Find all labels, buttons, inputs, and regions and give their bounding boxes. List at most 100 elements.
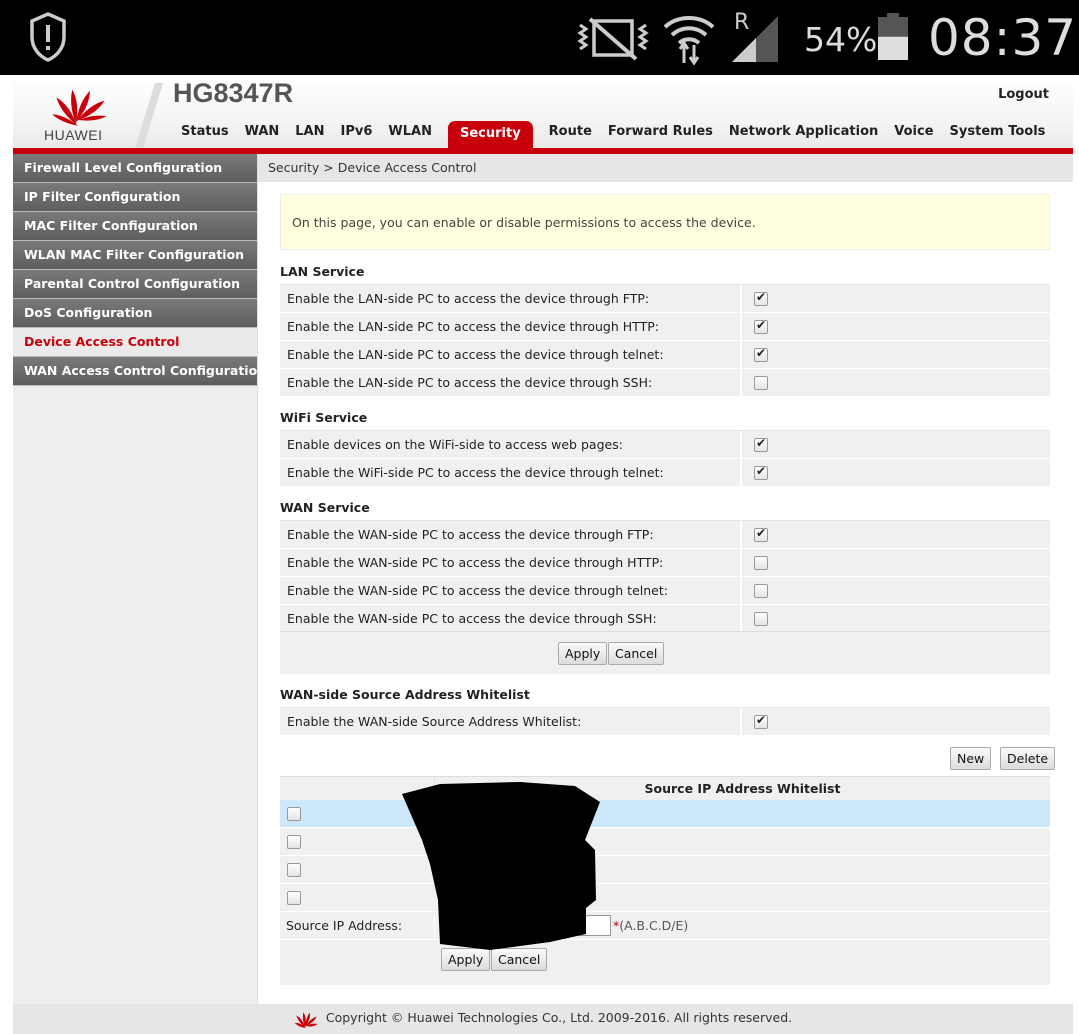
whitelist-title: WAN-side Source Address Whitelist (280, 687, 530, 702)
option-label: Enable the WAN-side PC to access the dev… (280, 549, 742, 576)
wifi-telnet-checkbox[interactable] (754, 464, 768, 480)
tab-security[interactable]: Security (447, 121, 533, 148)
tab-forward-rules[interactable]: Forward Rules (600, 121, 721, 148)
wifi-web-checkbox[interactable] (754, 436, 768, 452)
footer: Copyright © Huawei Technologies Co., Ltd… (13, 1004, 1073, 1034)
tab-wan[interactable]: WAN (237, 121, 288, 148)
new-button[interactable]: New (950, 747, 992, 770)
option-label: Enable the LAN-side PC to access the dev… (280, 341, 742, 368)
sidebar-item-device-access-control[interactable]: Device Access Control (13, 328, 257, 357)
wan-telnet-checkbox[interactable] (754, 584, 768, 598)
tab-voice[interactable]: Voice (886, 121, 941, 148)
clock: 08:37 (928, 9, 1078, 67)
option-label: Enable the WAN-side PC to access the dev… (280, 521, 742, 548)
wan-ftp-checkbox[interactable] (754, 526, 768, 542)
sidebar-item-mac-filter[interactable]: MAC Filter Configuration (13, 212, 257, 241)
row-select-checkbox[interactable] (287, 863, 301, 877)
table-row: Enable the WAN-side Source Address White… (280, 708, 1050, 736)
table-row: Enable the WAN-side PC to access the dev… (280, 605, 1050, 633)
sidebar-item-dos[interactable]: DoS Configuration (13, 299, 257, 328)
sidebar: Firewall Level Configuration IP Filter C… (13, 154, 258, 1004)
table-row: Enable the WAN-side PC to access the dev… (280, 577, 1050, 605)
tab-wlan[interactable]: WLAN (380, 121, 440, 148)
table-header: Source IP Address Whitelist (280, 776, 1050, 800)
android-status-bar: R 54% 08:37 (0, 0, 1079, 75)
whitelist-enable-table: Enable the WAN-side Source Address White… (280, 707, 1050, 736)
table-row: Enable the WAN-side PC to access the dev… (280, 521, 1050, 549)
status-icons: R (576, 10, 782, 65)
alert-shield-icon (30, 12, 66, 62)
delete-button[interactable]: Delete (1000, 747, 1056, 770)
row-select-checkbox[interactable] (287, 835, 301, 849)
whitelist-table: Source IP Address Whitelist Source IP Ad… (280, 776, 1050, 985)
router-header: HUAWEI HG8347R Logout Status WAN LAN IPv… (13, 75, 1073, 154)
brand-name: HUAWEI (44, 127, 103, 143)
row-select-checkbox[interactable] (287, 807, 301, 821)
table-row: Enable the LAN-side PC to access the dev… (280, 313, 1050, 341)
wifi-service-table: Enable devices on the WiFi-side to acces… (280, 430, 1050, 487)
huawei-logo: HUAWEI (13, 75, 173, 148)
wan-ssh-checkbox[interactable] (754, 612, 768, 626)
whitelist-button-bar: Apply Cancel (280, 940, 1050, 985)
option-label: Enable the LAN-side PC to access the dev… (280, 369, 742, 396)
source-ip-row: Source IP Address: *(A.B.C.D/E) (280, 912, 1050, 940)
option-label: Enable the LAN-side PC to access the dev… (280, 285, 742, 312)
tab-lan[interactable]: LAN (287, 121, 332, 148)
lan-telnet-checkbox[interactable] (754, 346, 768, 362)
cancel-button[interactable]: Cancel (608, 642, 665, 665)
copyright-text: Copyright © Huawei Technologies Co., Ltd… (325, 1010, 793, 1025)
table-row[interactable] (280, 856, 1050, 884)
table-row[interactable] (280, 800, 1050, 828)
source-ip-format-hint: (A.B.C.D/E) (619, 918, 689, 933)
page-description: On this page, you can enable or disable … (280, 194, 1050, 250)
table-row[interactable] (280, 884, 1050, 912)
main-content: Security > Device Access Control On this… (258, 154, 1073, 1004)
table-row[interactable] (280, 828, 1050, 856)
lan-ftp-checkbox[interactable] (754, 290, 768, 306)
lan-service-title: LAN Service (280, 264, 365, 279)
tab-network-application[interactable]: Network Application (721, 121, 886, 148)
redaction-mark (402, 782, 600, 950)
tab-route[interactable]: Route (541, 121, 600, 148)
lan-http-checkbox[interactable] (754, 318, 768, 334)
wan-service-title: WAN Service (280, 500, 370, 515)
whitelist-enable-checkbox[interactable] (754, 713, 768, 729)
battery-icon (878, 13, 908, 60)
sidebar-item-wlan-mac-filter[interactable]: WLAN MAC Filter Configuration (13, 241, 257, 270)
sidebar-item-firewall-level[interactable]: Firewall Level Configuration (13, 154, 257, 183)
apply-button[interactable]: Apply (558, 642, 608, 665)
table-row: Enable the LAN-side PC to access the dev… (280, 341, 1050, 369)
table-row: Enable the WAN-side PC to access the dev… (280, 549, 1050, 577)
sidebar-item-wan-access-control[interactable]: WAN Access Control Configuration (13, 357, 257, 386)
table-row: Enable the LAN-side PC to access the dev… (280, 285, 1050, 313)
table-row: Enable the WiFi-side PC to access the de… (280, 459, 1050, 487)
service-button-bar: Apply Cancel (280, 631, 1050, 674)
tab-ipv6[interactable]: IPv6 (333, 121, 381, 148)
breadcrumb: Security > Device Access Control (258, 154, 1073, 182)
huawei-footer-logo-icon (294, 1011, 318, 1028)
battery-percent: 54% (804, 20, 878, 59)
sidebar-item-ip-filter[interactable]: IP Filter Configuration (13, 183, 257, 212)
wan-http-checkbox[interactable] (754, 556, 768, 570)
option-label: Enable the WAN-side PC to access the dev… (280, 577, 742, 604)
logout-link[interactable]: Logout (998, 87, 1049, 102)
option-label: Enable the WiFi-side PC to access the de… (280, 459, 742, 486)
option-label: Enable the LAN-side PC to access the dev… (280, 313, 742, 340)
wifi-service-title: WiFi Service (280, 410, 368, 425)
option-label: Enable the WAN-side Source Address White… (280, 708, 742, 735)
table-row: Enable the LAN-side PC to access the dev… (280, 369, 1050, 397)
tab-system-tools[interactable]: System Tools (942, 121, 1054, 148)
lan-service-table: Enable the LAN-side PC to access the dev… (280, 284, 1050, 397)
table-row: Enable devices on the WiFi-side to acces… (280, 431, 1050, 459)
wan-service-table: Enable the WAN-side PC to access the dev… (280, 520, 1050, 633)
vibrate-off-icon (577, 16, 649, 61)
sidebar-item-parental-control[interactable]: Parental Control Configuration (13, 270, 257, 299)
cell-signal-icon: R (730, 10, 782, 64)
main-nav: Status WAN LAN IPv6 WLAN Security Route … (173, 121, 1053, 148)
tab-status[interactable]: Status (173, 121, 237, 148)
option-label: Enable the WAN-side PC to access the dev… (280, 605, 742, 632)
device-model: HG8347R (173, 78, 294, 108)
lan-ssh-checkbox[interactable] (754, 376, 768, 390)
wifi-icon (663, 15, 715, 65)
row-select-checkbox[interactable] (287, 891, 301, 905)
